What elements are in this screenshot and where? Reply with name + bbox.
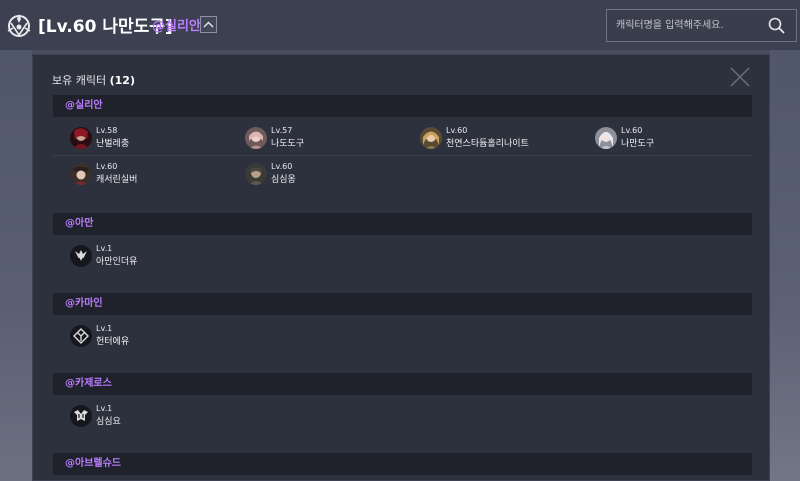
character-count: (12) <box>109 74 135 87</box>
class-emblem-icon <box>70 325 92 347</box>
character-level: Lv.60 <box>271 162 293 171</box>
character-level: Lv.57 <box>271 126 293 135</box>
close-icon[interactable] <box>729 66 751 88</box>
character-name: 천연스타듐홀리나이트 <box>446 139 529 149</box>
portrait-avatar <box>70 163 92 185</box>
character-search-input[interactable] <box>607 10 762 41</box>
server-group-header: @카마인 <box>53 293 752 315</box>
background-left <box>0 50 32 481</box>
search-icon[interactable] <box>767 16 787 36</box>
search-box <box>606 9 797 42</box>
character-list-toggle-button[interactable] <box>200 16 217 33</box>
game-logo-icon[interactable] <box>6 11 32 39</box>
server-group-header: @실리안 <box>53 95 752 117</box>
portrait-avatar <box>245 163 267 185</box>
server-group-aman: @아만 Lv.1 아만인더유 <box>53 213 752 281</box>
portrait-avatar <box>420 127 442 149</box>
character-name: 심심요 <box>96 417 121 427</box>
owned-characters-modal: 보유 캐릭터 (12) @실리안 Lv.58 난벌레충 Lv.57 나도도구 L… <box>32 54 770 481</box>
character-item[interactable]: Lv.57 나도도구 <box>245 121 304 155</box>
server-group-kamain: @카마인 Lv.1 헌터에유 <box>53 293 752 361</box>
character-item[interactable]: Lv.60 심심옹 <box>245 157 296 191</box>
modal-title: 보유 캐릭터 (12) <box>52 72 135 88</box>
row-divider <box>53 155 752 156</box>
character-level: Lv.60 <box>621 126 643 135</box>
character-level: Lv.1 <box>96 244 113 253</box>
server-group-abrelshud: @아브렐슈드 <box>53 453 752 480</box>
character-name: 심심옹 <box>271 175 296 185</box>
character-level: Lv.1 <box>96 324 113 333</box>
server-group-header: @아브렐슈드 <box>53 453 752 475</box>
class-emblem-icon <box>70 245 92 267</box>
character-name: 난벌레충 <box>96 139 130 149</box>
class-emblem-icon <box>70 405 92 427</box>
character-item[interactable]: Lv.1 심심요 <box>70 399 121 433</box>
server-group-header: @카제로스 <box>53 373 752 395</box>
portrait-avatar <box>245 127 267 149</box>
background-right <box>770 50 800 481</box>
character-name: 캐서린실버 <box>96 175 138 185</box>
server-group-kazeros: @카제로스 Lv.1 심심요 <box>53 373 752 441</box>
character-name: 헌터에유 <box>96 337 130 347</box>
modal-title-label: 보유 캐릭터 <box>52 74 107 87</box>
server-group-header: @아만 <box>53 213 752 235</box>
character-name: 아만인더유 <box>96 257 138 267</box>
portrait-avatar <box>70 127 92 149</box>
character-item[interactable]: Lv.60 캐서린실버 <box>70 157 137 191</box>
chevron-up-icon <box>203 21 214 28</box>
character-name: 나도도구 <box>271 139 305 149</box>
character-item[interactable]: Lv.1 아만인더유 <box>70 239 137 273</box>
character-item[interactable]: Lv.60 나만도구 <box>595 121 654 155</box>
character-level: Lv.60 <box>96 162 118 171</box>
character-item[interactable]: Lv.58 난벌레충 <box>70 121 129 155</box>
top-header: [Lv.60 나만도구] @실리안 <box>0 0 800 50</box>
portrait-avatar <box>595 127 617 149</box>
server-label: @실리안 <box>152 19 201 34</box>
character-level: Lv.58 <box>96 126 118 135</box>
character-level: Lv.60 <box>446 126 468 135</box>
character-level: Lv.1 <box>96 404 113 413</box>
character-item[interactable]: Lv.60 천연스타듐홀리나이트 <box>420 121 529 155</box>
server-group-silian: @실리안 Lv.58 난벌레충 Lv.57 나도도구 Lv.60 천연스타듐홀리… <box>53 95 752 205</box>
character-item[interactable]: Lv.1 헌터에유 <box>70 319 129 353</box>
character-name: 나만도구 <box>621 139 655 149</box>
